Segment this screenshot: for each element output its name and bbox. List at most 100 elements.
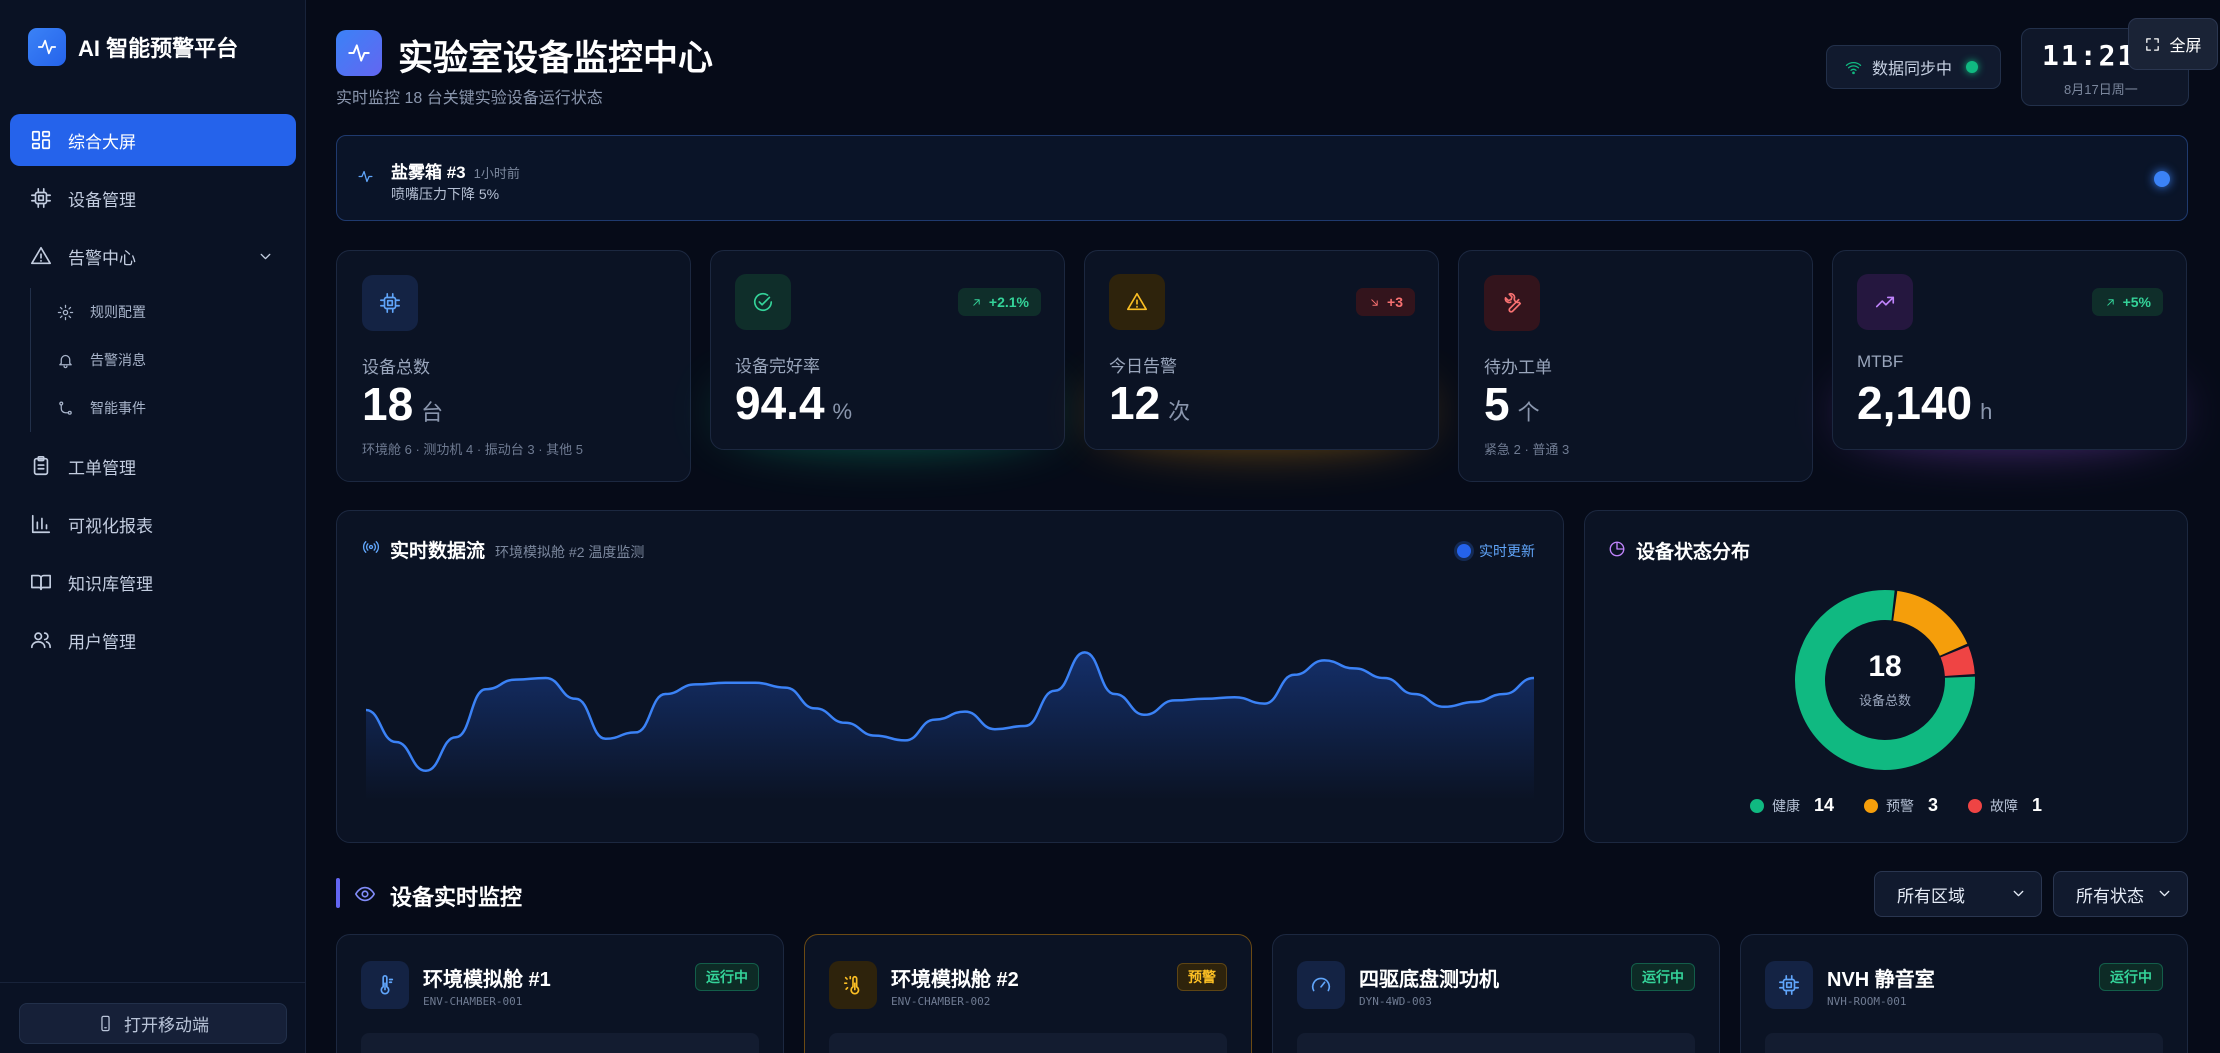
kpi-value: 18 台 <box>362 377 443 431</box>
page-subtitle: 实时监控 18 台关键实验设备运行状态 <box>336 90 603 107</box>
legend-swatch <box>1750 798 1764 813</box>
live-label: 实时更新 <box>1479 543 1535 559</box>
kpi-label: 今日告警 <box>1109 357 1177 376</box>
dashboard-icon <box>31 130 51 150</box>
kpi-number: 12 <box>1109 377 1161 429</box>
device-code: ENV-CHAMBER-002 <box>891 995 991 1008</box>
status-badge: 运行中 <box>2099 963 2163 991</box>
open-mobile-button[interactable]: 打开移动端 <box>19 1003 287 1044</box>
trend-badge: +5% <box>2091 288 2163 316</box>
fullscreen-button[interactable]: 全屏 <box>2128 18 2218 70</box>
section-title: 设备实时监控 <box>390 885 523 910</box>
kpi-unit: h <box>1980 399 1993 424</box>
sidebar-item-label: 综合大屏 <box>68 132 136 152</box>
sidebar-item-knowledge[interactable]: 知识库管理 <box>10 556 296 608</box>
kpi-today-alerts[interactable]: +3 今日告警 12 次 <box>1084 250 1439 450</box>
kpi-mtbf[interactable]: +5% MTBF 2,140 h <box>1832 250 2187 450</box>
trend-badge: +2.1% <box>957 288 1041 316</box>
legend-warning: 预警 3 <box>1864 795 1938 816</box>
sidebar-item-label: 用户管理 <box>68 632 136 652</box>
mobile-icon <box>101 1015 110 1032</box>
brand-name: AI 智能预警平台 <box>78 36 239 61</box>
stream-title: 实时数据流 环境模拟舱 #2 温度监测 <box>390 536 644 563</box>
legend-value: 14 <box>1814 795 1835 815</box>
pulse-icon <box>357 168 374 190</box>
device-metric-strip <box>1297 1033 1695 1053</box>
device-card[interactable]: 环境模拟舱 #2 ENV-CHAMBER-002 预警 <box>804 934 1252 1053</box>
alert-ticker[interactable]: 盐雾箱 #3 1小时前 喷嘴压力下降 5% <box>336 135 2188 221</box>
kpi-breakdown: 紧急 2 · 普通 3 <box>1484 442 1570 457</box>
legend-swatch <box>1968 798 1983 813</box>
broadcast-icon <box>362 541 380 553</box>
device-card[interactable]: 环境模拟舱 #1 ENV-CHAMBER-001 运行中 <box>336 934 784 1053</box>
legend-value: 3 <box>1928 795 1939 815</box>
sidebar-item-alerts[interactable]: 告警中心 <box>10 230 296 282</box>
sidebar-item-workorders[interactable]: 工单管理 <box>10 440 296 492</box>
alerts-subnav: 规则配置 告警消息 智能事件 <box>30 288 296 432</box>
kpi-number: 18 <box>362 378 414 430</box>
kpi-pending-workorders[interactable]: 待办工单 5个 紧急 2 · 普通 3 <box>1458 250 1813 482</box>
kpi-label: 设备总数 <box>362 358 430 377</box>
device-code: NVH-ROOM-001 <box>1827 995 1907 1008</box>
sidebar-subitem-events[interactable]: 智能事件 <box>31 384 296 432</box>
status-badge: 运行中 <box>1631 963 1695 991</box>
legend-label: 健康 <box>1772 797 1800 814</box>
kpi-number: 5 <box>1484 378 1510 430</box>
sidebar-subitem-messages[interactable]: 告警消息 <box>31 336 296 384</box>
donut-total-label: 设备总数 <box>1858 693 1911 708</box>
device-card[interactable]: 四驱底盘测功机 DYN-4WD-003 运行中 <box>1272 934 1720 1053</box>
kpi-unit: 个 <box>1517 400 1540 425</box>
sidebar-item-label: 智能事件 <box>90 400 146 416</box>
arrow-up-right-icon <box>973 298 980 306</box>
kpi-device-total[interactable]: 设备总数 18 台 环境舱 6 · 测功机 4 · 振动台 3 · 其他 5 <box>336 250 691 482</box>
clipboard-icon <box>33 456 49 476</box>
device-metric-strip <box>361 1033 759 1053</box>
kpi-health-rate[interactable]: +2.1% 设备完好率 94.4% <box>710 250 1065 450</box>
area-filter-select[interactable]: 所有区域 <box>1874 871 2042 917</box>
section-accent <box>336 878 340 908</box>
ticker-title: 盐雾箱 #3 1小时前 <box>391 158 520 183</box>
device-card[interactable]: NVH 静音室 NVH-ROOM-001 运行中 <box>1740 934 2188 1053</box>
kpi-value: 12 次 <box>1109 376 1190 430</box>
kpi-value: 94.4% <box>735 376 852 430</box>
status-filter-select[interactable]: 所有状态 <box>2053 871 2188 917</box>
divider <box>0 982 306 983</box>
donut-legend: 健康 14 预警 3 故障 1 <box>1750 795 2042 816</box>
chevron-down-icon <box>2159 890 2170 897</box>
nav: 综合大屏 设备管理 告警中心 规则配置 告警消息 智能事件 工单管理 可视化报表… <box>10 114 296 672</box>
eye-icon <box>354 883 376 910</box>
donut-slice-1[interactable] <box>1892 590 1968 657</box>
trend-badge: +3 <box>1356 288 1415 316</box>
brand[interactable]: AI 智能预警平台 <box>28 28 238 66</box>
chip-icon <box>362 275 418 331</box>
sidebar-item-label: 规则配置 <box>90 304 146 320</box>
sidebar-item-dashboard[interactable]: 综合大屏 <box>10 114 296 166</box>
chevron-down-icon[interactable] <box>257 248 274 265</box>
legend-fault: 故障 1 <box>1968 795 2042 816</box>
sidebar-item-label: 知识库管理 <box>68 574 153 594</box>
sidebar-subitem-rules[interactable]: 规则配置 <box>31 288 296 336</box>
live-indicator[interactable]: 实时更新 <box>1457 541 1535 561</box>
sync-status[interactable]: 数据同步中 <box>1826 45 2001 89</box>
sidebar-item-users[interactable]: 用户管理 <box>10 614 296 666</box>
donut-total: 18 <box>1868 650 1902 683</box>
chevron-down-icon <box>2013 890 2024 897</box>
trend-badge-value: +3 <box>1387 294 1403 310</box>
chip-icon <box>31 188 51 208</box>
thermometer-icon <box>361 961 409 1009</box>
sidebar-item-devices[interactable]: 设备管理 <box>10 172 296 224</box>
branch-icon <box>59 400 72 415</box>
trend-badge-value: +5% <box>2122 294 2151 310</box>
kpi-value: 2,140 h <box>1857 376 1992 430</box>
device-metric-strip <box>1765 1033 2163 1053</box>
legend-swatch <box>1864 798 1879 813</box>
thermometer-sun-icon <box>829 961 877 1009</box>
legend-healthy: 健康 14 <box>1750 795 1834 816</box>
device-metric-strip <box>829 1033 1227 1053</box>
sidebar-item-label: 告警中心 <box>68 248 136 268</box>
arrow-up-right-icon <box>2106 298 2114 306</box>
select-value: 所有区域 <box>1897 886 1965 906</box>
users-icon <box>31 632 51 649</box>
sidebar-item-reports[interactable]: 可视化报表 <box>10 498 296 550</box>
fullscreen-icon <box>2146 37 2160 51</box>
